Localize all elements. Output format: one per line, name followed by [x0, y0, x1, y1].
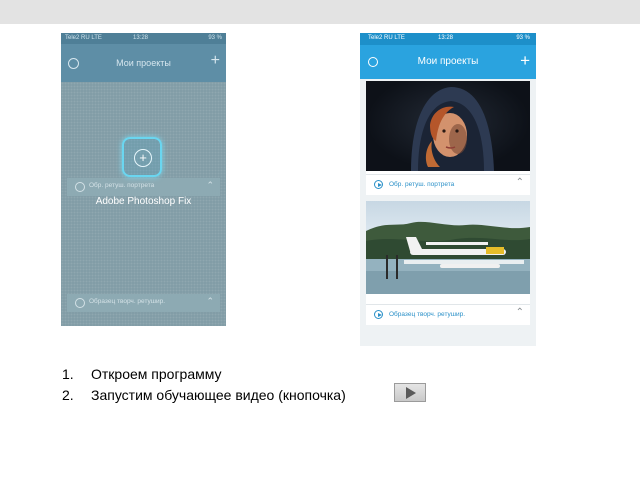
project-card[interactable]: Образец творч. ретушир. ⌃: [366, 201, 530, 325]
play-icon[interactable]: [374, 310, 383, 319]
chevron-up-icon: ⌃: [206, 180, 214, 190]
chevron-up-icon: ⌃: [206, 296, 214, 306]
project-title[interactable]: Обр. ретуш. портрета: [389, 181, 454, 188]
play-icon[interactable]: [374, 180, 383, 189]
nav-bar: Мои проекты +: [360, 45, 536, 79]
ghost-card-label: Обр. ретуш. портрета: [89, 182, 155, 189]
nav-title: Мои проекты: [116, 58, 171, 68]
status-carrier: Tele2 RU LTE: [368, 35, 405, 41]
project-thumbnail[interactable]: [366, 81, 530, 171]
play-icon: [75, 182, 85, 192]
nav-bar: Мои проекты +: [61, 44, 226, 82]
status-time: 13:28: [438, 35, 454, 41]
project-card-footer: Образец творч. ретушир. ⌃: [366, 304, 530, 325]
portrait-image: [411, 87, 494, 171]
play-button-icon: [394, 383, 426, 402]
status-carrier: Tele2 RU LTE: [65, 35, 102, 41]
chevron-up-icon[interactable]: ⌃: [516, 177, 524, 188]
phone-screenshot-projects: Tele2 RU LTE 13:28 93 % Мои проекты + Об…: [360, 33, 536, 346]
project-thumbnail[interactable]: [366, 201, 530, 294]
add-icon[interactable]: +: [211, 53, 220, 69]
step-text: Откроем программу: [91, 366, 222, 382]
project-card-footer: Обр. ретуш. портрета ⌃: [366, 174, 530, 195]
step-text: Запустим обучающее видео (кнопочка): [91, 387, 346, 403]
add-icon[interactable]: +: [520, 52, 530, 69]
ghost-card: Обр. ретуш. портрета ⌃: [67, 178, 220, 196]
status-battery: 93 %: [516, 35, 530, 41]
top-band: [0, 0, 640, 24]
nav-title: Мои проекты: [417, 56, 479, 67]
app-name: Adobe Photoshop Fix: [95, 196, 192, 207]
project-card[interactable]: Обр. ретуш. портрета ⌃: [366, 81, 530, 195]
ghost-card-label: Образец творч. ретушир.: [89, 298, 166, 305]
app-icon[interactable]: +: [122, 137, 162, 177]
plus-icon: +: [134, 149, 152, 167]
status-time: 13:28: [133, 35, 149, 41]
status-battery: 93 %: [208, 35, 222, 41]
chevron-up-icon[interactable]: ⌃: [516, 307, 524, 318]
status-bar: Tele2 RU LTE 13:28 93 %: [360, 33, 536, 45]
seaplane-image: [366, 221, 530, 294]
ghost-card: Образец творч. ретушир. ⌃: [67, 294, 220, 312]
play-icon: [75, 298, 85, 308]
phone-screenshot-launch: Tele2 RU LTE 13:28 93 % Мои проекты + Об…: [61, 33, 226, 326]
step-number: 1.: [62, 366, 74, 382]
step-number: 2.: [62, 387, 74, 403]
status-bar: Tele2 RU LTE 13:28 93 %: [61, 33, 226, 44]
project-title[interactable]: Образец творч. ретушир.: [389, 311, 465, 318]
